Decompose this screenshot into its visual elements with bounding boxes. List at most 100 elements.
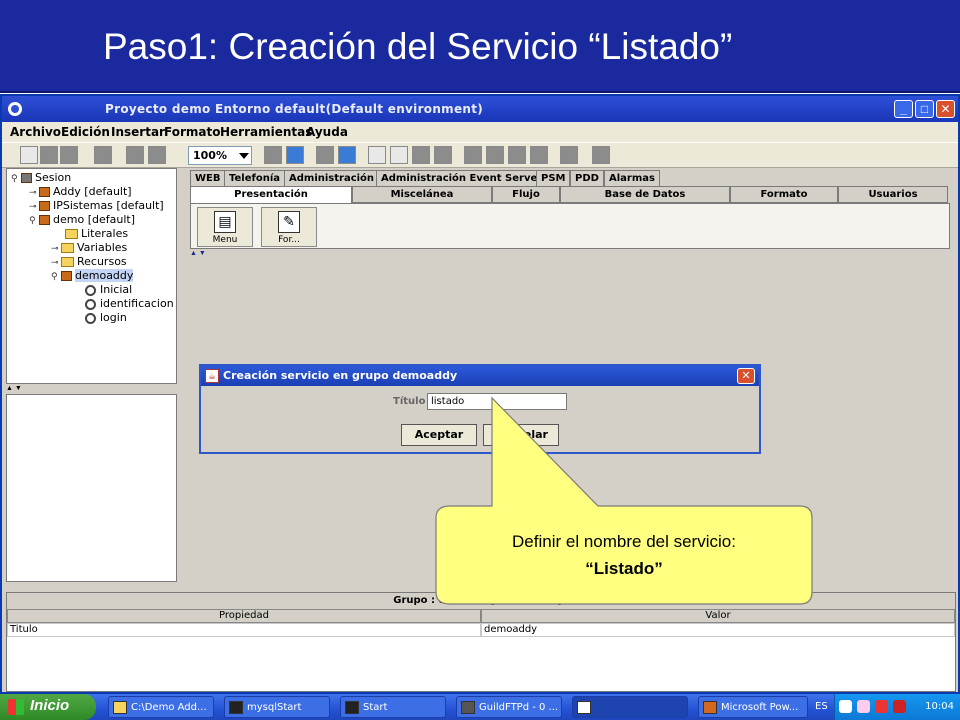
expand-icon[interactable]: ⚲	[29, 216, 39, 226]
globe-icon[interactable]	[286, 146, 304, 164]
copy-icon[interactable]	[126, 146, 144, 164]
menu-edicion[interactable]: Edición	[61, 125, 110, 139]
save-icon[interactable]	[60, 146, 78, 164]
column-header-propiedad[interactable]: Propiedad	[7, 609, 481, 623]
window-title: Proyecto demo Entorno default(Default en…	[105, 102, 484, 116]
tree-label: IPSistemas [default]	[53, 199, 164, 212]
expand-icon[interactable]: ⚲	[11, 174, 21, 184]
grid-icon[interactable]	[316, 146, 334, 164]
language-indicator[interactable]: ES	[815, 701, 828, 712]
tree-node-sesion[interactable]: ⚲ Sesion	[11, 171, 71, 184]
close-button[interactable]: ✕	[936, 100, 955, 118]
menu-insertar[interactable]: Insertar	[111, 125, 165, 139]
window-titlebar[interactable]: Proyecto demo Entorno default(Default en…	[2, 96, 958, 122]
taskbar-item-powerpoint[interactable]: Microsoft Pow...	[698, 696, 808, 718]
dialog-title: Creación servicio en grupo demoaddy	[223, 369, 458, 382]
property-cell[interactable]: Titulo	[7, 623, 481, 637]
taskbar-item-explorer[interactable]: C:\Demo Add...	[108, 696, 214, 718]
tree-node-ipsistemas[interactable]: ⊸ IPSistemas [default]	[29, 199, 164, 212]
open-icon[interactable]	[40, 146, 58, 164]
users-icon[interactable]	[368, 146, 386, 164]
tab-base-de-datos[interactable]: Base de Datos	[560, 186, 730, 203]
tree-node-addy[interactable]: ⊸ Addy [default]	[29, 185, 132, 198]
tool-icon-2[interactable]	[486, 146, 504, 164]
taskbar-item-guildftpd[interactable]: GuildFTPd - 0 ...	[456, 696, 562, 718]
tab-telefonia[interactable]: Telefonía	[224, 170, 286, 186]
value-cell[interactable]: demoaddy	[481, 623, 955, 637]
tab-web[interactable]: WEB	[190, 170, 226, 186]
tree-label: Literales	[81, 227, 129, 240]
tab-flujo[interactable]: Flujo	[492, 186, 560, 203]
palette-menu-button[interactable]: ▤ Menu	[197, 207, 253, 247]
tree-node-login[interactable]: login	[85, 311, 127, 324]
tray-arrow-icon[interactable]	[839, 700, 852, 713]
zoom-select[interactable]: 100%	[188, 146, 252, 165]
taskbar-item-mysqlstart[interactable]: mysqlStart	[224, 696, 330, 718]
paste-icon[interactable]	[148, 146, 166, 164]
tree-node-demo[interactable]: ⚲ demo [default]	[29, 213, 135, 226]
minimize-button[interactable]: _	[894, 100, 913, 118]
tree-label: Variables	[77, 241, 128, 254]
tray-icon-1[interactable]	[857, 700, 870, 713]
tree-node-recursos[interactable]: ⊸ Recursos	[51, 255, 127, 268]
tab-usuarios[interactable]: Usuarios	[838, 186, 948, 203]
tab-alarmas[interactable]: Alarmas	[604, 170, 660, 186]
taskbar-item-app[interactable]	[572, 696, 688, 718]
column-header-valor[interactable]: Valor	[481, 609, 955, 623]
expand-icon[interactable]: ⊸	[51, 244, 61, 254]
print-icon[interactable]	[94, 146, 112, 164]
tab-administracion[interactable]: Administración	[284, 170, 380, 186]
expand-icon[interactable]: ⊸	[29, 188, 39, 198]
tree-node-variables[interactable]: ⊸ Variables	[51, 241, 127, 254]
cancel-button[interactable]: Cancelar	[483, 424, 559, 446]
tree-node-literales[interactable]: Literales	[55, 227, 128, 240]
menu-ayuda[interactable]: Ayuda	[306, 125, 348, 139]
new-icon[interactable]	[20, 146, 38, 164]
tool-icon-1[interactable]	[464, 146, 482, 164]
dialog-close-button[interactable]: ✕	[737, 368, 755, 384]
tree-node-demoaddy[interactable]: ⚲ demoaddy	[51, 269, 134, 282]
tab-formato[interactable]: Formato	[730, 186, 838, 203]
expand-icon[interactable]: ⊸	[29, 202, 39, 212]
session-icon	[21, 173, 32, 183]
tab-presentacion[interactable]: Presentación	[190, 186, 352, 203]
database-icon[interactable]	[338, 146, 356, 164]
chevron-down-icon	[239, 153, 249, 159]
accept-button[interactable]: Aceptar	[401, 424, 477, 446]
property-table-body	[7, 637, 955, 691]
form-icon[interactable]	[390, 146, 408, 164]
dialog-titlebar[interactable]: ☕ Creación servicio en grupo demoaddy ✕	[201, 366, 759, 386]
tool-icon-5[interactable]	[560, 146, 578, 164]
menu-herramientas[interactable]: Herramientas	[220, 125, 312, 139]
tree-node-identificacion[interactable]: identificacion	[85, 297, 174, 310]
tool-icon-4[interactable]	[530, 146, 548, 164]
tab-pdd[interactable]: PDD	[570, 170, 604, 186]
tree-node-inicial[interactable]: Inicial	[85, 283, 132, 296]
menu-archivo[interactable]: Archivo	[10, 125, 61, 139]
table-icon[interactable]	[412, 146, 430, 164]
export-icon[interactable]	[434, 146, 452, 164]
tab-psm[interactable]: PSM	[536, 170, 571, 186]
maximize-button[interactable]: □	[915, 100, 934, 118]
menu-formato[interactable]: Formato	[164, 125, 220, 139]
tree-splitter[interactable]: ▲ ▼	[6, 385, 177, 393]
tray-icon-2[interactable]	[875, 700, 888, 713]
task-label: Microsoft Pow...	[721, 702, 799, 713]
project-tree[interactable]: ⚲ Sesion ⊸ Addy [default] ⊸ IPSistemas [def…	[6, 168, 177, 384]
slide-title: Paso1: Creación del Servicio “Listado”	[103, 26, 733, 67]
clock: 10:04	[925, 701, 954, 712]
expand-icon[interactable]: ⊸	[51, 258, 61, 268]
ati-icon[interactable]	[893, 700, 906, 713]
cube-icon	[39, 215, 50, 225]
tool-icon-3[interactable]	[508, 146, 526, 164]
powerpoint-icon	[703, 701, 717, 714]
palette-form-button[interactable]: ✎ For...	[261, 207, 317, 247]
tab-administracion-event-server[interactable]: Administración Event Server	[376, 170, 548, 186]
tool-icon-6[interactable]	[592, 146, 610, 164]
title-input[interactable]: listado	[427, 393, 567, 410]
tab-miscelanea[interactable]: Miscelánea	[352, 186, 492, 203]
home-icon[interactable]	[264, 146, 282, 164]
taskbar-item-start[interactable]: Start	[340, 696, 446, 718]
start-button[interactable]: Inicio	[0, 694, 96, 720]
expand-icon[interactable]: ⚲	[51, 272, 61, 282]
